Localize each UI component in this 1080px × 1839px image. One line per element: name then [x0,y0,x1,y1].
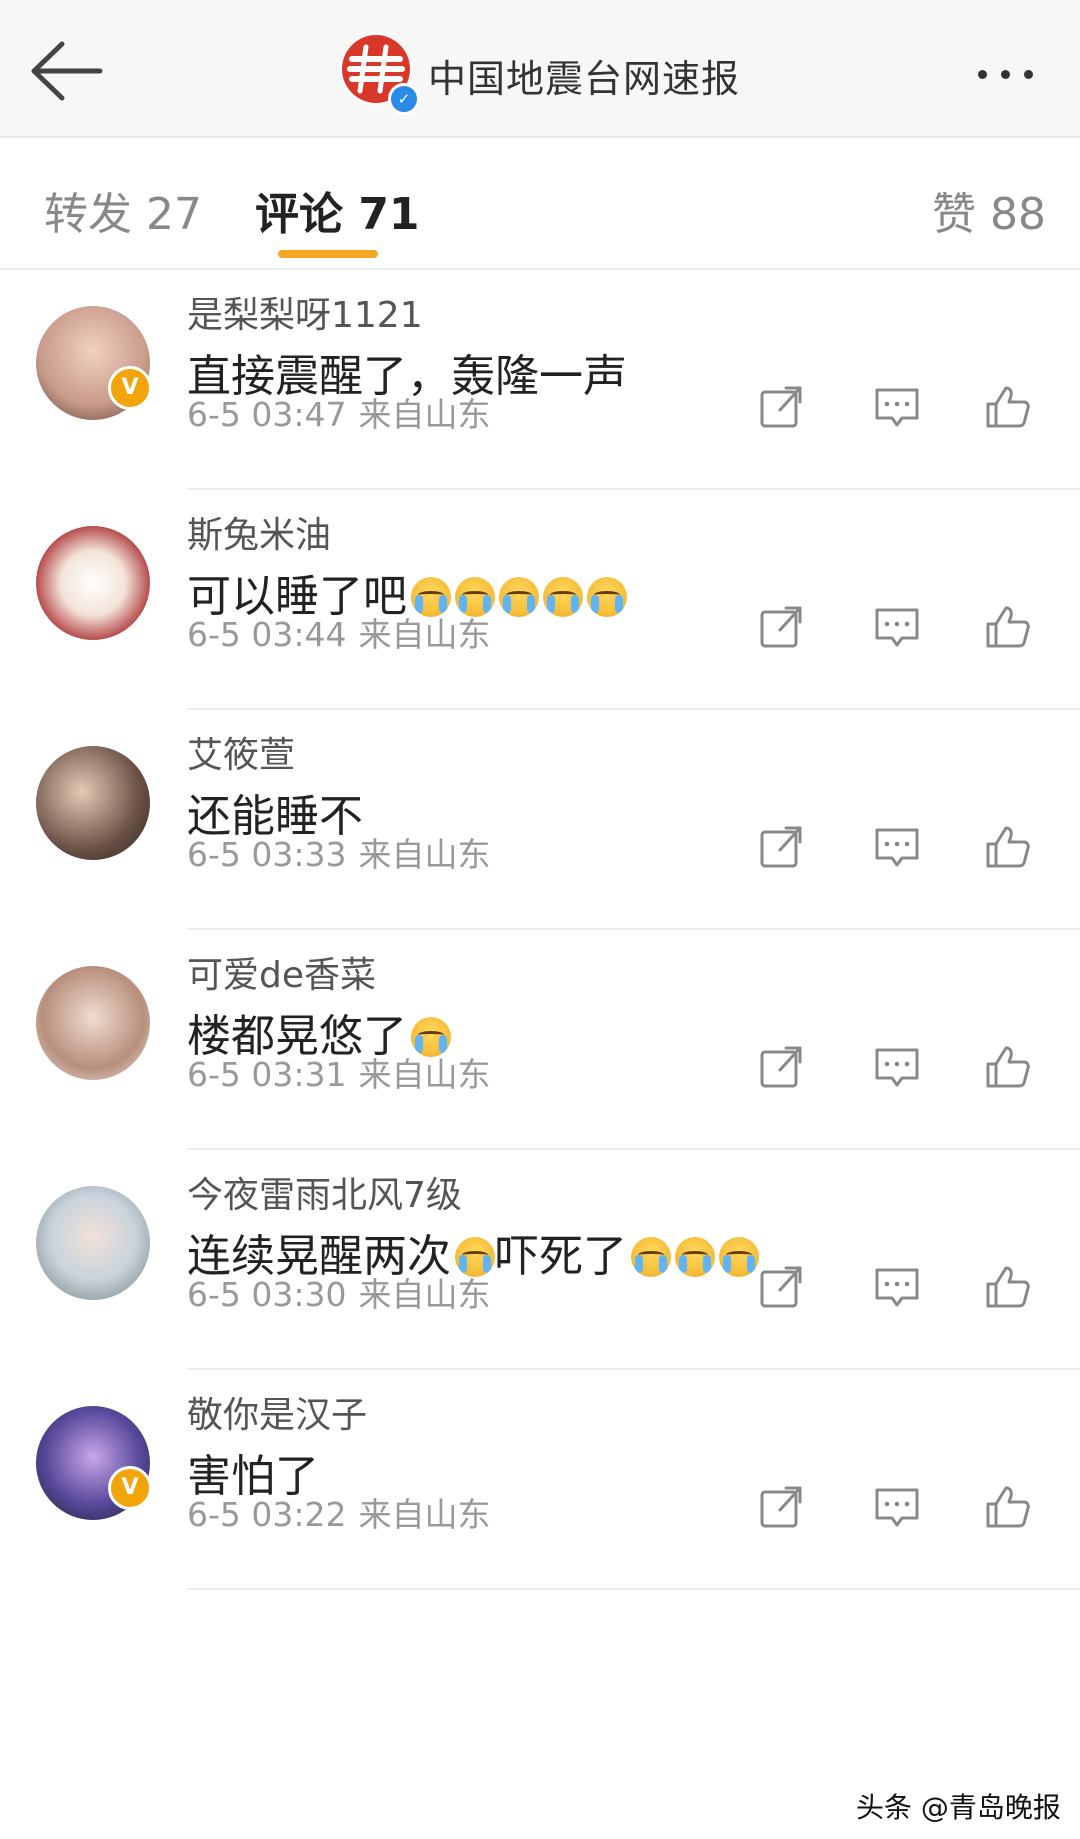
comment-source: 来自山东 [358,1275,491,1314]
comment-icon[interactable] [872,1482,922,1532]
crying-emoji-icon [631,1237,671,1277]
divider [187,1588,1080,1590]
comment-time: 6-5 03:30 [187,1275,347,1314]
comment-source: 来自山东 [358,1055,491,1094]
more-horizontal-icon[interactable] [978,64,1047,83]
comment-source: 来自山东 [358,835,491,874]
comment-icon[interactable] [872,1042,922,1092]
watermark: 头条 @青岛晚报 [856,1791,1061,1824]
comment-time: 6-5 03:33 [187,835,347,874]
comment-icon[interactable] [872,1262,922,1312]
comment-item: 今夜雷雨北风7级 连续晃醒两次 吓死了 6-5 03:30 来自山东 [0,1150,1080,1370]
comment-meta: 6-5 03:44 来自山东 [187,608,491,656]
share-icon[interactable] [756,602,806,652]
crying-emoji-icon [719,1237,759,1277]
avatar[interactable] [36,966,150,1080]
crying-emoji-icon [543,577,583,617]
comment-icon[interactable] [872,602,922,652]
comment-username[interactable]: 斯兔米油 [187,506,331,558]
active-tab-indicator [278,250,378,258]
verified-badge-icon: V [108,1466,152,1510]
comment-source: 来自山东 [358,395,491,434]
thumbs-up-icon[interactable] [982,382,1032,432]
thumbs-up-icon[interactable] [982,1482,1032,1532]
comment-time: 6-5 03:44 [187,615,347,654]
tab-bar: 转发 27 评论 71 赞 88 [0,138,1080,270]
comment-source: 来自山东 [358,615,491,654]
thumbs-up-icon[interactable] [982,602,1032,652]
avatar[interactable] [36,526,150,640]
comment-meta: 6-5 03:22 来自山东 [187,1488,491,1536]
crying-emoji-icon [499,577,539,617]
comment-item: 艾筱萱 还能睡不 6-5 03:33 来自山东 [0,710,1080,930]
avatar[interactable] [36,746,150,860]
comment-meta: 6-5 03:47 来自山东 [187,388,491,436]
top-bar: ✓ 中国地震台网速报 [0,0,1080,138]
share-icon[interactable] [756,822,806,872]
arrow-left-icon[interactable] [28,36,104,106]
avatar[interactable] [36,1186,150,1300]
comment-icon[interactable] [872,382,922,432]
tab-likes[interactable]: 赞 88 [932,178,1046,242]
comment-username[interactable]: 敬你是汉子 [187,1386,367,1438]
comment-item: 可爱de香菜 楼都晃悠了 6-5 03:31 来自山东 [0,930,1080,1150]
comment-meta: 6-5 03:30 来自山东 [187,1268,491,1316]
account-title[interactable]: 中国地震台网速报 [428,48,740,103]
thumbs-up-icon[interactable] [982,822,1032,872]
verified-badge-icon: V [108,366,152,410]
comment-username[interactable]: 是梨梨呀1121 [187,286,423,338]
verified-badge-icon: ✓ [388,83,420,115]
comment-username[interactable]: 今夜雷雨北风7级 [187,1166,462,1218]
thumbs-up-icon[interactable] [982,1262,1032,1312]
comment-time: 6-5 03:31 [187,1055,347,1094]
comment-item: V 敬你是汉子 害怕了 6-5 03:22 来自山东 [0,1370,1080,1590]
comment-username[interactable]: 艾筱萱 [187,726,295,778]
share-icon[interactable] [756,1262,806,1312]
crying-emoji-icon [587,577,627,617]
comment-text-part: 吓死了 [495,1231,627,1282]
share-icon[interactable] [756,1042,806,1092]
comment-item: V 是梨梨呀1121 直接震醒了，轰隆一声 6-5 03:47 来自山东 [0,270,1080,490]
share-icon[interactable] [756,1482,806,1532]
crying-emoji-icon [675,1237,715,1277]
comment-item: 斯兔米油 可以睡了吧 6-5 03:44 来自山东 [0,490,1080,710]
comment-meta: 6-5 03:31 来自山东 [187,1048,491,1096]
comment-source: 来自山东 [358,1495,491,1534]
comment-icon[interactable] [872,822,922,872]
comment-time: 6-5 03:22 [187,1495,347,1534]
tab-repost[interactable]: 转发 27 [44,178,202,242]
share-icon[interactable] [756,382,806,432]
comment-meta: 6-5 03:33 来自山东 [187,828,491,876]
comment-time: 6-5 03:47 [187,395,347,434]
thumbs-up-icon[interactable] [982,1042,1032,1092]
comment-username[interactable]: 可爱de香菜 [187,946,376,998]
